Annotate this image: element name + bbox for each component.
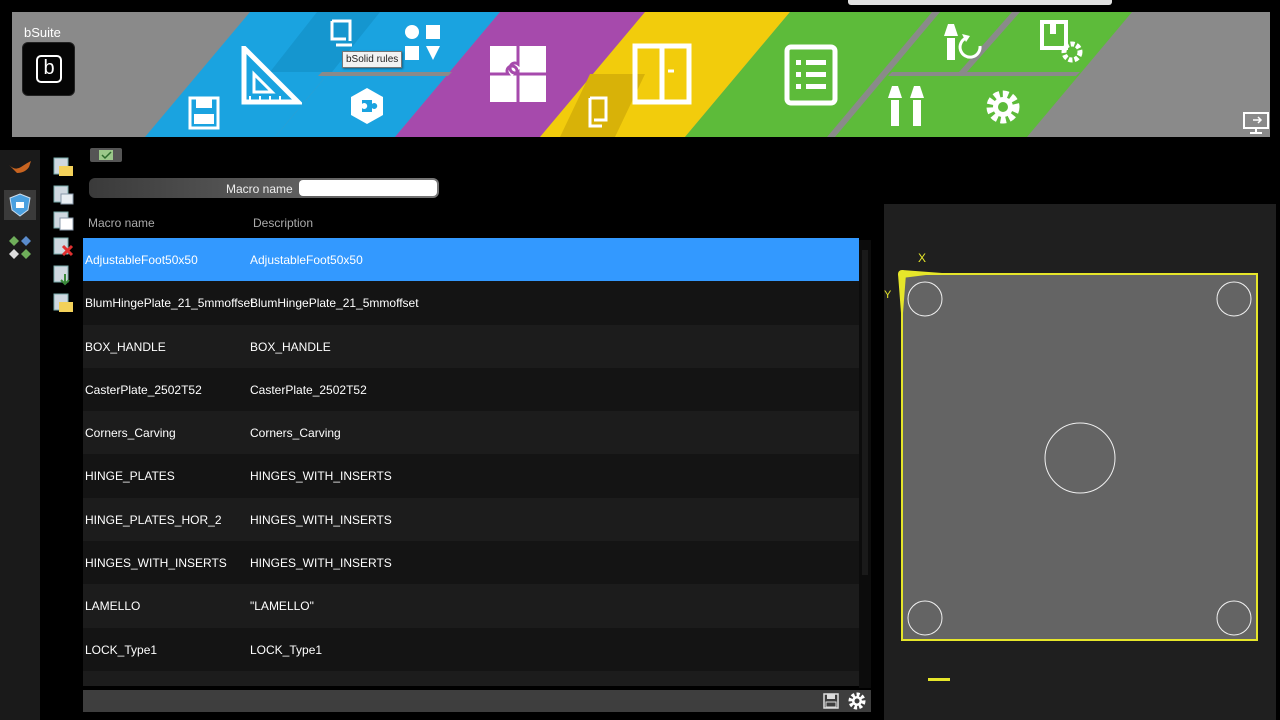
save-layout-icon[interactable]: [187, 96, 221, 130]
cell-description: LOCK_Type1: [250, 642, 323, 657]
list-document-icon[interactable]: [784, 44, 838, 106]
cell-macro-name: CasterPlate_2502T52: [85, 382, 202, 397]
x-axis-label: X: [918, 251, 926, 265]
cell-macro-name: BlumHingePlate_21_5mmoffset: [85, 296, 254, 311]
copy-macro-icon[interactable]: [51, 210, 75, 232]
table-row[interactable]: HINGE_PLATES HINGES_WITH_INSERTS: [83, 454, 859, 498]
panel-outline: [901, 273, 1258, 641]
shapes-grid-icon[interactable]: [402, 22, 444, 64]
cell-description: AdjustableFoot50x50: [250, 253, 363, 267]
bsolid-rules-tooltip: bSolid rules: [342, 51, 403, 68]
cell-macro-name: LAMELLO: [85, 599, 141, 614]
module-nesting-button[interactable]: [4, 233, 36, 263]
table-row[interactable]: HINGES_WITH_INSERTS HINGES_WITH_INSERTS: [83, 541, 859, 585]
diamond-grid-icon: [9, 236, 31, 259]
cell-macro-name: HINGE_PLATES_HOR_2: [85, 512, 222, 527]
cell-description: HINGES_WITH_INSERTS: [250, 556, 392, 571]
cell-macro-name: AdjustableFoot50x50: [85, 253, 198, 267]
table-row[interactable]: CasterPlate_2502T52 CasterPlate_2502T52: [83, 367, 859, 412]
genie-lamp-icon: [9, 161, 31, 173]
window-caption-strip: [848, 0, 1112, 5]
settings-gear-icon[interactable]: [847, 691, 867, 711]
puzzle-component-icon[interactable]: [349, 86, 385, 126]
macro-name-filter: Macro name: [89, 178, 439, 198]
delete-macro-icon[interactable]: [51, 236, 75, 258]
macro-preview-canvas: X Y: [884, 251, 1258, 681]
cell-description: Corners_Carving: [250, 426, 341, 441]
table-row[interactable]: BlumHingePlate_21_5mmoffset BlumHingePlat…: [83, 281, 859, 325]
cell-description: BlumHingePlate_21_5mmoffset: [250, 296, 419, 311]
table-row[interactable]: Corners_Carving Corners_Carving: [83, 411, 859, 455]
cell-description: HINGES_WITH_INSERTS: [250, 469, 392, 484]
machine-settings-icon[interactable]: [1040, 20, 1084, 64]
table-header: Macro name Description: [83, 210, 859, 236]
y-axis-label: Y: [884, 289, 892, 301]
save-icon[interactable]: [822, 692, 840, 710]
filter-check-icon: [99, 150, 113, 160]
cell-description: CasterPlate_2502T52: [250, 382, 367, 397]
cell-macro-name: HINGES_WITH_INSERTS: [85, 556, 227, 571]
main-ribbon: bSuite b: [12, 12, 1270, 137]
cell-macro-name: BOX_HANDLE: [85, 339, 166, 354]
logo-letter: b: [36, 55, 62, 83]
macro-table: Macro name Description AdjustableFoot50x…: [83, 210, 859, 686]
display-exit-icon[interactable]: [1242, 111, 1270, 135]
table-footer-bar: [83, 690, 871, 712]
cell-macro-name: Corners_Carving: [85, 426, 176, 441]
macro-name-filter-label: Macro name: [226, 182, 293, 196]
module-lamp-button[interactable]: [4, 150, 36, 180]
gear-icon[interactable]: [982, 86, 1024, 128]
cell-description: BOX_HANDLE: [250, 339, 331, 354]
cell-description: "LAMELLO": [250, 599, 314, 614]
module-macros-button[interactable]: [4, 190, 36, 220]
table-row[interactable]: LAMELLO "LAMELLO": [83, 584, 859, 628]
filter-toggle-button[interactable]: [90, 148, 122, 162]
open-macro-icon[interactable]: [51, 156, 75, 178]
macro-preview-panel: X Y: [884, 204, 1276, 720]
column-header-macro-name[interactable]: Macro name: [88, 216, 155, 230]
table-row[interactable]: AdjustableFoot50x50 AdjustableFoot50x50: [83, 238, 859, 282]
macro-tools-rail: [48, 150, 78, 330]
cell-macro-name: LOCK_Type1: [85, 642, 158, 657]
table-scrollbar-thumb[interactable]: [862, 250, 868, 575]
bracket-icon[interactable]: [582, 96, 612, 132]
cabinet-door-icon[interactable]: [632, 43, 692, 105]
table-scrollbar[interactable]: [859, 240, 871, 688]
table-row[interactable]: LOCK_Type1 LOCK_Type1: [83, 627, 859, 671]
macro-shield-icon: [9, 193, 31, 217]
new-macro-icon[interactable]: [51, 184, 75, 206]
column-header-description[interactable]: Description: [253, 216, 313, 230]
table-row[interactable]: [83, 670, 859, 686]
bsuite-logo[interactable]: b: [22, 42, 75, 96]
table-row[interactable]: BOX_HANDLE BOX_HANDLE: [83, 324, 859, 368]
puzzle-icon[interactable]: [488, 44, 548, 104]
cell-macro-name: HINGE_PLATES: [85, 469, 175, 484]
app-title: bSuite: [24, 25, 61, 40]
tools-icon[interactable]: [886, 84, 930, 128]
ruler-triangle-icon[interactable]: [240, 46, 302, 106]
cell-description: HINGES_WITH_INSERTS: [250, 512, 392, 527]
scale-marker: [928, 678, 950, 681]
origin-marker: [898, 270, 906, 278]
table-body: AdjustableFoot50x50 AdjustableFoot50x50 B…: [83, 238, 859, 686]
table-row[interactable]: HINGE_PLATES_HOR_2 HINGES_WITH_INSERTS: [83, 497, 859, 542]
macro-name-filter-input[interactable]: [299, 180, 437, 196]
app-window: bSuite b bSolid rules Macro name Macro n…: [0, 0, 1280, 720]
tool-rotate-icon[interactable]: [940, 22, 984, 64]
export-macro-icon[interactable]: [51, 292, 75, 314]
bsolid-rules-icon[interactable]: [328, 19, 356, 49]
import-macro-icon[interactable]: [51, 264, 75, 286]
